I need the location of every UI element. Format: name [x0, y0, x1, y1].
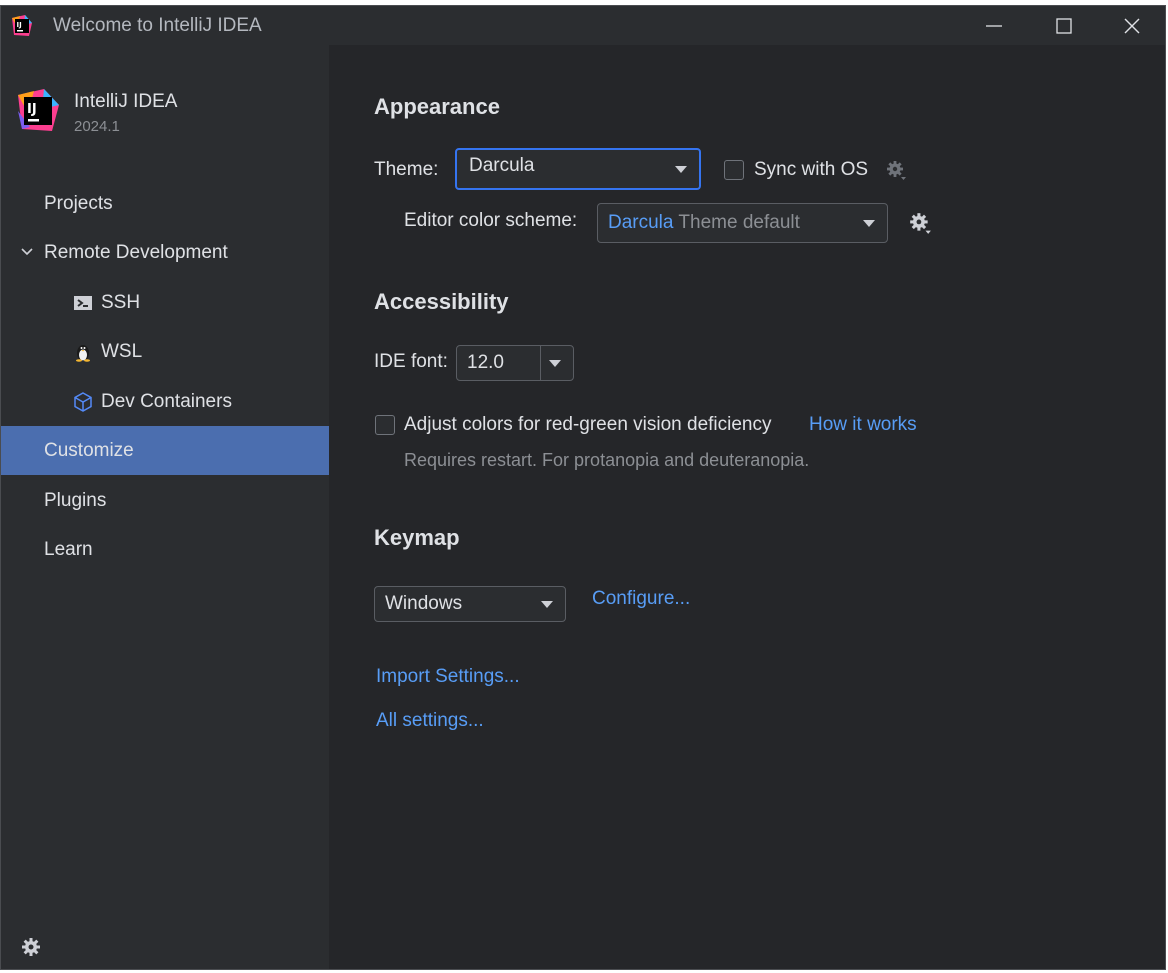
editor-color-scheme-label: Editor color scheme: [404, 210, 578, 231]
window-title: Welcome to IntelliJ IDEA [53, 15, 262, 36]
ide-font-size-combo[interactable]: 12.0 [456, 345, 574, 381]
keymap-dropdown[interactable]: Windows [374, 586, 566, 622]
maximize-icon [1056, 18, 1072, 34]
sidebar-item-label: WSL [101, 341, 143, 362]
theme-label: Theme: [374, 159, 439, 180]
svg-text:IJ: IJ [17, 21, 22, 29]
sidebar-item-label: Customize [44, 440, 134, 461]
sidebar-item-wsl[interactable]: WSL [1, 327, 329, 376]
sidebar-item-label: Dev Containers [101, 391, 232, 412]
combo-separator [540, 346, 541, 380]
linux-penguin-icon [76, 345, 90, 362]
sync-settings-gear-icon[interactable] [885, 159, 907, 181]
adjust-colors-checkbox[interactable] [375, 415, 395, 435]
intellij-logo-icon: IJ [18, 89, 59, 131]
title-bar: IJ Welcome to IntelliJ IDEA [1, 6, 1165, 45]
scheme-suffix: Theme default [678, 212, 800, 233]
sidebar-item-label: Plugins [44, 490, 107, 511]
theme-dropdown[interactable]: Darcula [455, 148, 701, 190]
dropdown-arrow-icon[interactable] [549, 360, 561, 367]
brand-header: IJ IntelliJ IDEA 2024.1 [16, 89, 316, 139]
sync-with-os-label: Sync with OS [754, 159, 869, 180]
editor-color-scheme-dropdown[interactable]: Darcula Theme default [597, 203, 888, 243]
welcome-window: IJ Welcome to IntelliJ IDEA IJ IntelliJ … [0, 5, 1166, 970]
sidebar-item-remote-development[interactable]: Remote Development [1, 228, 329, 277]
chevron-down-icon[interactable] [19, 244, 35, 260]
ide-font-value: 12.0 [467, 352, 504, 373]
close-icon [1124, 18, 1140, 34]
accessibility-heading: Accessibility [374, 289, 509, 314]
appearance-heading: Appearance [374, 94, 500, 119]
maximize-button[interactable] [1029, 6, 1099, 45]
adjust-colors-label: Adjust colors for red-green vision defic… [404, 414, 772, 435]
customize-panel: Appearance Theme: Darcula Sync with OS E… [329, 45, 1165, 969]
minimize-button[interactable] [959, 6, 1029, 45]
restart-hint: Requires restart. For protanopia and deu… [404, 450, 810, 470]
sidebar-item-label: Projects [44, 193, 113, 214]
theme-value: Darcula [469, 155, 535, 176]
keymap-heading: Keymap [374, 525, 460, 550]
dropdown-arrow-icon [541, 601, 553, 608]
scheme-name: Darcula [608, 212, 674, 233]
sidebar-item-label: Learn [44, 539, 93, 560]
import-settings-link[interactable]: Import Settings... [376, 666, 520, 688]
sidebar-item-projects[interactable]: Projects [1, 179, 329, 228]
close-button[interactable] [1097, 6, 1165, 45]
ide-font-label: IDE font: [374, 351, 448, 372]
product-name: IntelliJ IDEA [74, 91, 178, 112]
terminal-icon [74, 296, 92, 310]
sidebar-item-label: SSH [101, 292, 141, 313]
sync-with-os-checkbox[interactable] [724, 160, 744, 180]
how-it-works-link[interactable]: How it works [809, 414, 917, 436]
sidebar-item-plugins[interactable]: Plugins [1, 476, 329, 525]
sidebar-item-customize[interactable]: Customize [1, 426, 329, 475]
all-settings-link[interactable]: All settings... [376, 710, 484, 732]
sidebar-item-dev-containers[interactable]: Dev Containers [1, 377, 329, 426]
settings-gear-icon[interactable] [21, 937, 41, 957]
sidebar-item-ssh[interactable]: SSH [1, 278, 329, 327]
sidebar-item-label: Remote Development [44, 242, 228, 263]
sidebar-item-learn[interactable]: Learn [1, 525, 329, 574]
dropdown-arrow-icon [675, 166, 687, 173]
minimize-icon [986, 25, 1002, 27]
product-version: 2024.1 [74, 118, 120, 135]
configure-keymap-link[interactable]: Configure... [592, 588, 690, 610]
dropdown-arrow-icon [863, 220, 875, 227]
svg-text:IJ: IJ [27, 102, 37, 117]
scheme-settings-gear-icon[interactable] [908, 211, 932, 235]
intellij-app-icon: IJ [12, 15, 32, 36]
container-cube-icon [74, 392, 92, 412]
sidebar: IJ IntelliJ IDEA 2024.1 Projects Remote … [1, 45, 329, 969]
keymap-value: Windows [385, 593, 463, 614]
